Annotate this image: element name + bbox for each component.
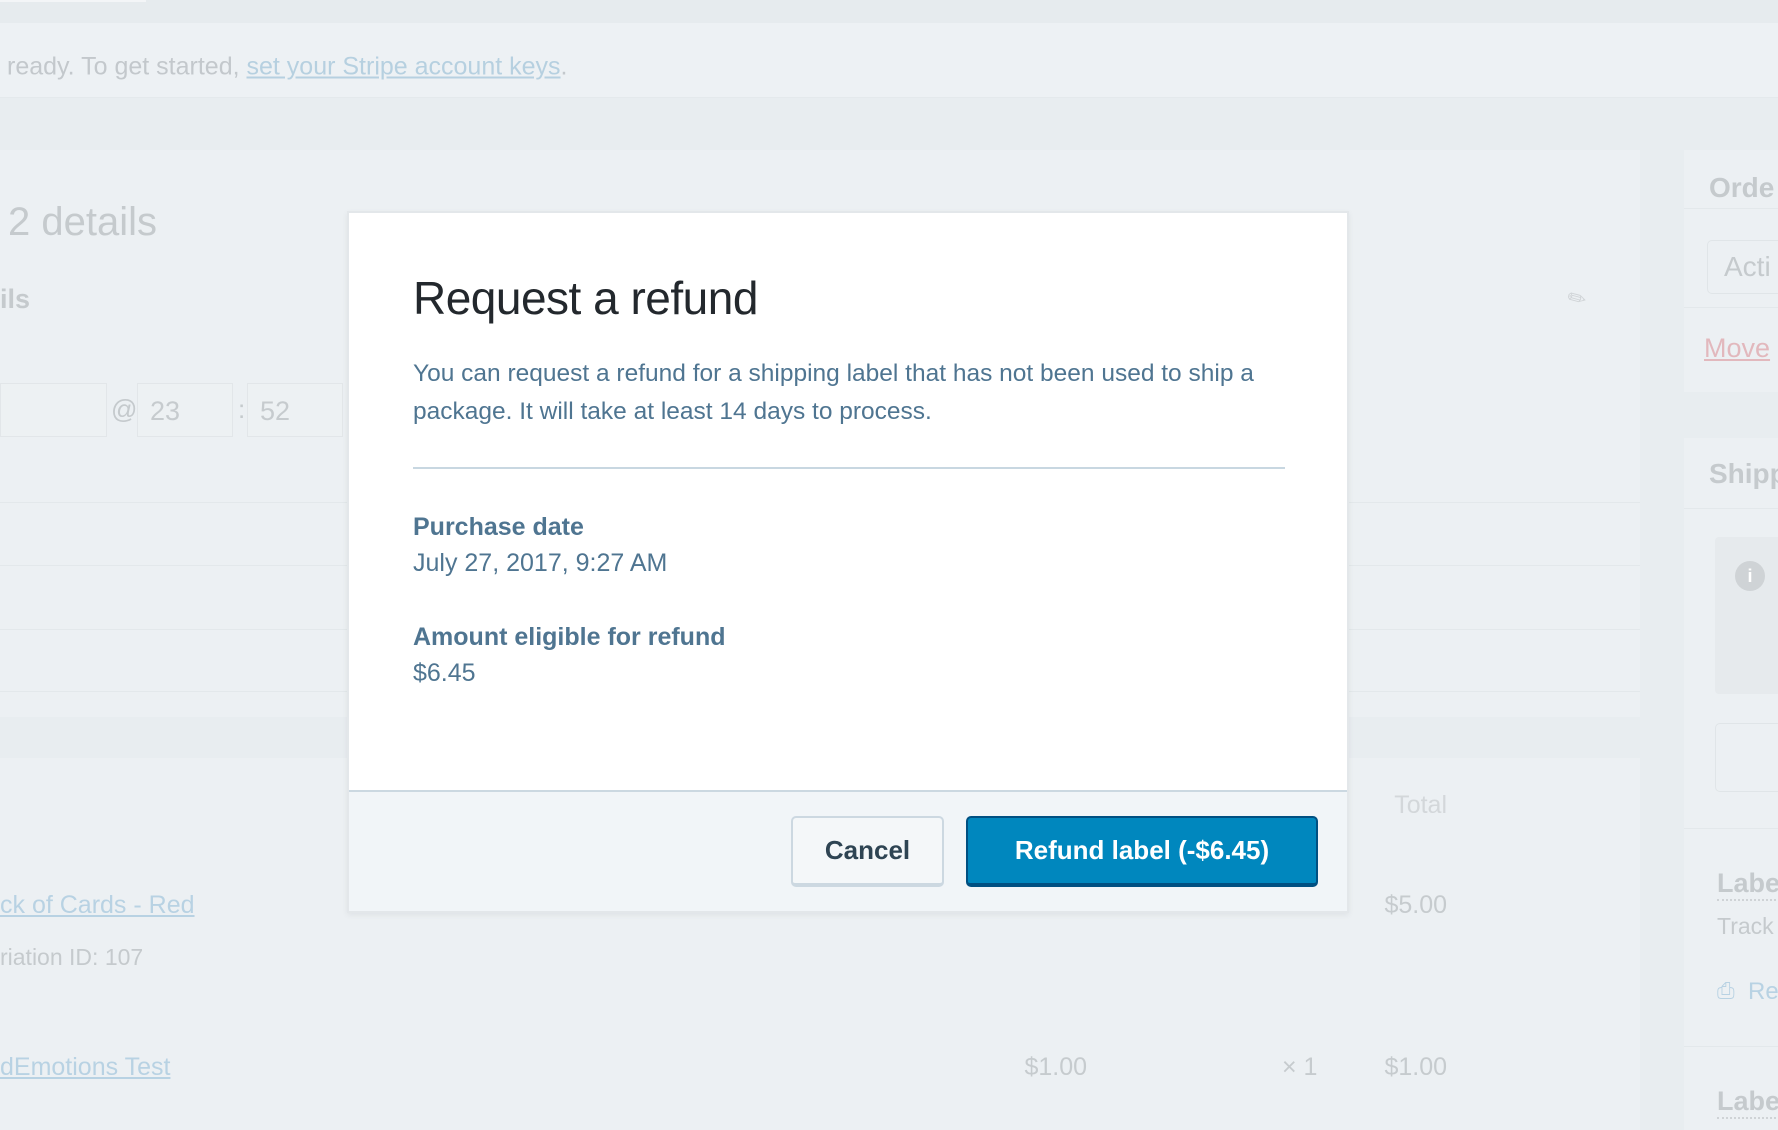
info-icon: i: [1735, 561, 1765, 591]
modal-divider: [413, 467, 1285, 469]
item-qty: × 1: [1282, 1053, 1318, 1081]
edit-pencil-icon[interactable]: ✎: [1563, 283, 1592, 315]
actions-select[interactable]: Acti: [1707, 240, 1778, 294]
tab-indicator: [0, 0, 146, 2]
tracking-text: Track: [1717, 913, 1774, 939]
reprint-icon: ⎙: [1717, 978, 1735, 1003]
modal-title: Request a refund: [413, 272, 758, 324]
move-to-trash-link[interactable]: Move: [1704, 333, 1770, 364]
stripe-notice: ready. To get started, set your Stripe a…: [0, 23, 1778, 98]
amount-value: $6.45: [413, 659, 476, 687]
purchase-date-label: Purchase date: [413, 513, 584, 541]
label-title: Labe: [1717, 1086, 1778, 1119]
amount-label: Amount eligible for refund: [413, 623, 726, 651]
create-label-button[interactable]: [1715, 723, 1778, 792]
date-input[interactable]: [0, 383, 107, 437]
reprint-link[interactable]: Re: [1748, 978, 1778, 1006]
shipping-card: Shipp i Labe Track ⎙ Re Labe: [1684, 438, 1778, 1130]
cancel-button[interactable]: Cancel: [791, 816, 944, 887]
top-bar: [0, 0, 1778, 23]
item-link[interactable]: ck of Cards - Red: [0, 891, 195, 920]
section-heading: ils: [0, 284, 31, 314]
order-title: 2 details: [8, 200, 157, 244]
variation-id: riation ID: 107: [0, 944, 144, 970]
stripe-keys-link[interactable]: set your Stripe account keys: [247, 53, 561, 81]
refund-label-button[interactable]: Refund label (-$6.45): [966, 816, 1318, 887]
shipping-title: Shipp: [1709, 458, 1778, 489]
order-actions-title: Orde: [1709, 172, 1775, 203]
minute-input[interactable]: 52: [247, 383, 343, 437]
modal-description: You can request a refund for a shipping …: [413, 360, 1254, 425]
notice-suffix: .: [560, 52, 568, 81]
item-total: $1.00: [1384, 1053, 1447, 1081]
label-title: Labe: [1717, 868, 1778, 901]
at-symbol: @: [111, 394, 138, 424]
hour-input[interactable]: 23: [137, 383, 233, 437]
refund-modal: Request a refund You can request a refun…: [347, 211, 1349, 913]
order-actions-card: Orde Acti Move: [1684, 150, 1778, 392]
item-link[interactable]: dEmotions Test: [0, 1053, 170, 1082]
item-total: $5.00: [1384, 891, 1447, 919]
modal-footer: Cancel Refund label (-$6.45): [349, 790, 1347, 911]
item-cost: $1.00: [1024, 1053, 1087, 1081]
info-notice: i: [1715, 537, 1778, 694]
total-header: Total: [1394, 791, 1447, 819]
time-colon: :: [238, 394, 246, 424]
notice-text: ready. To get started,: [7, 52, 247, 81]
purchase-date-value: July 27, 2017, 9:27 AM: [413, 549, 668, 577]
